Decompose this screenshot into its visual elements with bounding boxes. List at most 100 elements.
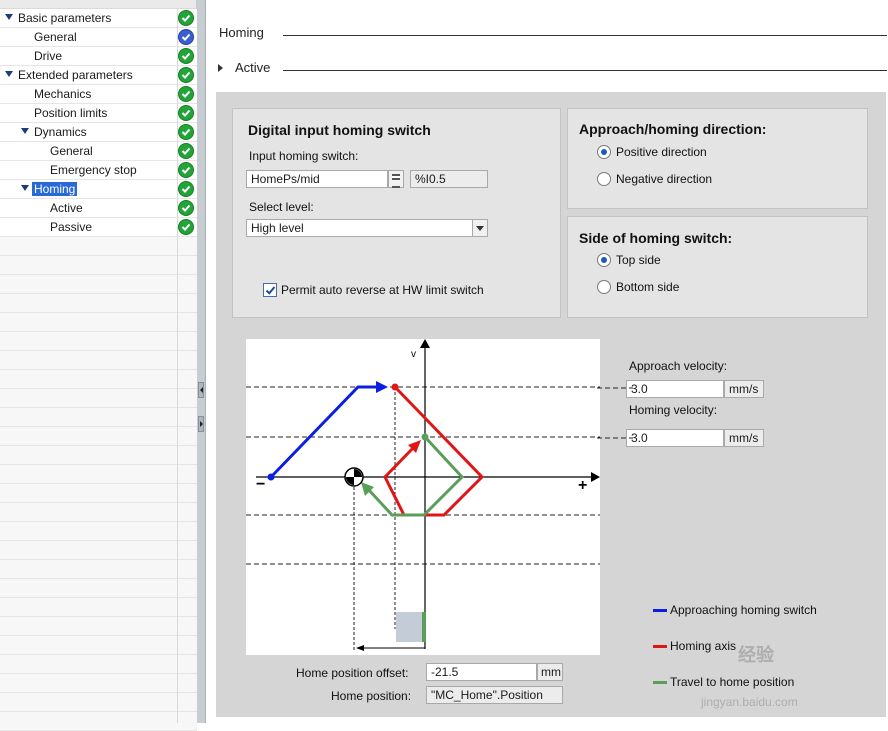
tree-empty-row <box>0 484 197 503</box>
tree-empty-row <box>0 712 197 731</box>
subsection-title-active: Active <box>235 60 271 75</box>
tree-item-label: Homing <box>32 182 78 196</box>
home-offset-label: Home position offset: <box>296 666 409 680</box>
select-level-value: High level <box>251 221 304 235</box>
legend-approaching-label: Approaching homing switch <box>670 603 817 617</box>
tree-item-label: Active <box>50 201 83 215</box>
tree-item-emergency-stop[interactable]: Emergency stop <box>0 161 197 180</box>
axis-v-label: v <box>411 349 416 360</box>
tree-item-extended-parameters[interactable]: Extended parameters <box>0 66 197 85</box>
tree-empty-row <box>0 522 197 541</box>
digital-input-title: Digital input homing switch <box>248 122 431 138</box>
collapse-arrow-icon[interactable] <box>218 64 223 72</box>
homing-switch-edge <box>422 612 426 642</box>
top-side-label: Top side <box>616 253 661 267</box>
select-level-label: Select level: <box>249 200 314 214</box>
tree-item-drive[interactable]: Drive <box>0 47 197 66</box>
homing-switch-point <box>391 383 399 391</box>
pane-splitter[interactable] <box>197 0 206 723</box>
tree-item-position-limits[interactable]: Position limits <box>0 104 197 123</box>
watermark-brand: 经验 <box>738 645 774 665</box>
tree-item-general[interactable]: General <box>0 142 197 161</box>
radio-top-side[interactable] <box>597 253 611 267</box>
tree-top-bar <box>0 0 196 9</box>
tree-empty-row <box>0 617 197 636</box>
tree-empty-row <box>0 294 197 313</box>
approach-direction-box: Approach/homing direction: Positive dire… <box>567 108 868 209</box>
collapse-left-icon[interactable] <box>198 382 204 398</box>
homing-diagram: v s − + <box>246 339 609 655</box>
radio-positive-direction[interactable] <box>597 145 611 159</box>
tree-item-label: Dynamics <box>34 125 87 139</box>
radio-negative-direction[interactable] <box>597 172 611 186</box>
tree-item-label: Passive <box>50 220 93 234</box>
tree-empty-row <box>0 674 197 693</box>
tree-empty-row <box>0 351 197 370</box>
tree-item-label: Mechanics <box>34 87 92 101</box>
home-position-label: Home position: <box>331 689 412 703</box>
tree-item-passive[interactable]: Passive <box>0 218 197 237</box>
tree-item-dynamics[interactable]: Dynamics <box>0 123 197 142</box>
ok-status-icon <box>178 67 194 83</box>
subsection-title-rule <box>283 70 887 71</box>
watermark-url: jingyan.baidu.com <box>701 695 798 709</box>
homing-axis-path <box>383 385 485 517</box>
tree-item-basic-parameters[interactable]: Basic parameters <box>0 9 197 28</box>
side-switch-box: Side of homing switch: Top side Bottom s… <box>567 216 868 318</box>
legend-homing-label: Homing axis <box>670 639 737 653</box>
expand-arrow-icon[interactable] <box>21 128 29 134</box>
tree-empty-row <box>0 446 197 465</box>
offset-arrow-icon <box>356 645 364 651</box>
homing-velocity-label: Homing velocity: <box>629 403 718 417</box>
ok-status-icon <box>178 105 194 121</box>
tree-item-general[interactable]: General <box>0 28 197 47</box>
tree-empty-row <box>0 579 197 598</box>
expand-arrow-icon[interactable] <box>5 14 13 20</box>
input-homing-switch-field[interactable]: HomePs/mid <box>246 170 388 188</box>
tree-item-label: General <box>34 30 77 44</box>
tree-item-active[interactable]: Active <box>0 199 197 218</box>
approach-path <box>269 385 380 479</box>
approach-velocity-field[interactable]: 3.0 <box>626 380 724 398</box>
home-offset-unit: mm <box>537 663 563 681</box>
tag-picker-icon[interactable] <box>388 170 404 188</box>
home-position-field: "MC_Home".Position <box>426 686 563 704</box>
tree-empty-row <box>0 237 197 256</box>
ok-status-icon <box>178 181 194 197</box>
expand-right-icon[interactable] <box>198 416 204 432</box>
select-level-dropdown[interactable]: High level <box>246 219 488 237</box>
radio-bottom-side[interactable] <box>597 280 611 294</box>
homing-velocity-field[interactable]: 3.0 <box>626 429 724 447</box>
tree-empty-row <box>0 598 197 617</box>
expand-arrow-icon[interactable] <box>5 71 13 77</box>
tree-empty-row <box>0 465 197 484</box>
project-tree: Basic parameters General Drive Extended par… <box>0 0 197 731</box>
home-offset-field[interactable]: -21.5 <box>426 663 537 681</box>
section-title-homing: Homing <box>219 25 264 40</box>
tree-empty-row <box>0 560 197 579</box>
side-switch-title: Side of homing switch: <box>579 230 733 246</box>
chevron-down-icon[interactable] <box>472 220 487 236</box>
tree-item-homing[interactable]: Homing <box>0 180 197 199</box>
tree-empty-row <box>0 503 197 522</box>
tree-item-label: General <box>50 144 93 158</box>
tree-empty-row <box>0 408 197 427</box>
ok-status-icon <box>178 200 194 216</box>
expand-arrow-icon[interactable] <box>21 185 29 191</box>
ok-status-icon <box>178 143 194 159</box>
tree-item-label: Drive <box>34 49 63 63</box>
ok-status-icon <box>178 219 194 235</box>
legend-approaching-swatch <box>653 609 667 612</box>
legend-travel-swatch <box>653 681 667 684</box>
approach-arrow-icon <box>376 381 388 393</box>
tree-empty-row <box>0 370 197 389</box>
input-address-field: %I0.5 <box>410 170 488 188</box>
tree-item-label: Extended parameters <box>18 68 133 82</box>
legend-homing-swatch <box>653 645 667 648</box>
info-status-icon <box>178 29 194 45</box>
positive-direction-label: Positive direction <box>616 145 707 159</box>
homing-diagram-svg: v s − + <box>246 339 609 651</box>
tree-item-mechanics[interactable]: Mechanics <box>0 85 197 104</box>
axis-s-arrow-icon <box>591 472 600 482</box>
auto-reverse-checkbox[interactable] <box>263 283 277 297</box>
